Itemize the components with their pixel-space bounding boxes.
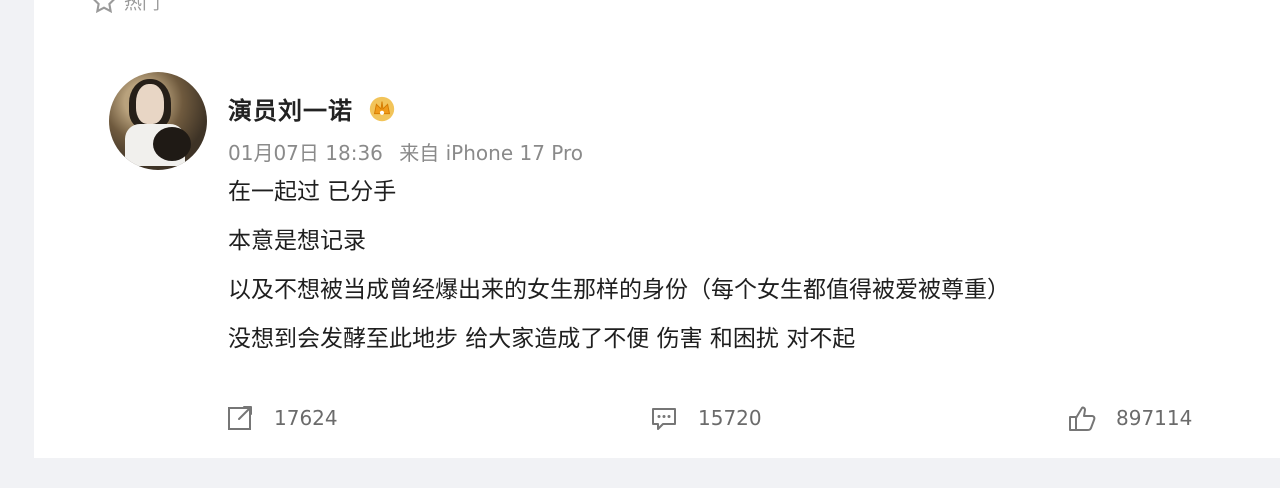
thumbs-up-icon xyxy=(1069,406,1096,431)
content-line-3: 以及不想被当成曾经爆出来的女生那样的身份（每个女生都值得被爱被尊重） xyxy=(228,277,1010,303)
post-actions: 17624 15720 897114 xyxy=(34,402,1280,438)
share-icon xyxy=(228,406,252,430)
comment-icon xyxy=(652,408,676,430)
avatar[interactable] xyxy=(109,72,207,170)
repost-count: 17624 xyxy=(274,406,338,430)
star-outline-icon xyxy=(93,0,115,14)
content-line-2: 本意是想记录 xyxy=(228,228,366,254)
content-line-1: 在一起过 已分手 xyxy=(228,179,397,205)
user-name[interactable]: 演员刘一诺 xyxy=(228,91,353,126)
comment-button[interactable]: 15720 xyxy=(648,402,762,434)
avatar-face xyxy=(136,84,164,124)
comment-count: 15720 xyxy=(698,406,762,430)
avatar-pet xyxy=(153,127,191,161)
content-line-4: 没想到会发酵至此地步 给大家造成了不便 伤害 和困扰 对不起 xyxy=(228,326,856,352)
repost-button[interactable]: 17624 xyxy=(224,402,338,434)
post-source[interactable]: 来自 iPhone 17 Pro xyxy=(399,141,583,165)
post-content: 在一起过 已分手 本意是想记录 以及不想被当成曾经爆出来的女生那样的身份（每个女… xyxy=(228,178,1228,374)
like-button[interactable]: 897114 xyxy=(1066,402,1192,434)
like-count: 897114 xyxy=(1116,406,1193,430)
post-meta: 01月07日 18:36 来自 iPhone 17 Pro xyxy=(228,137,583,166)
hot-label-text: 热门 xyxy=(124,0,160,14)
vip-crown-badge xyxy=(369,96,395,121)
post-date: 01月07日 18:36 xyxy=(228,141,383,165)
weibo-post-card: 热门 演员刘一诺 01月07日 18:36 来自 iPhone 17 Pro 在… xyxy=(34,0,1280,458)
hot-label: 热门 xyxy=(90,0,160,16)
